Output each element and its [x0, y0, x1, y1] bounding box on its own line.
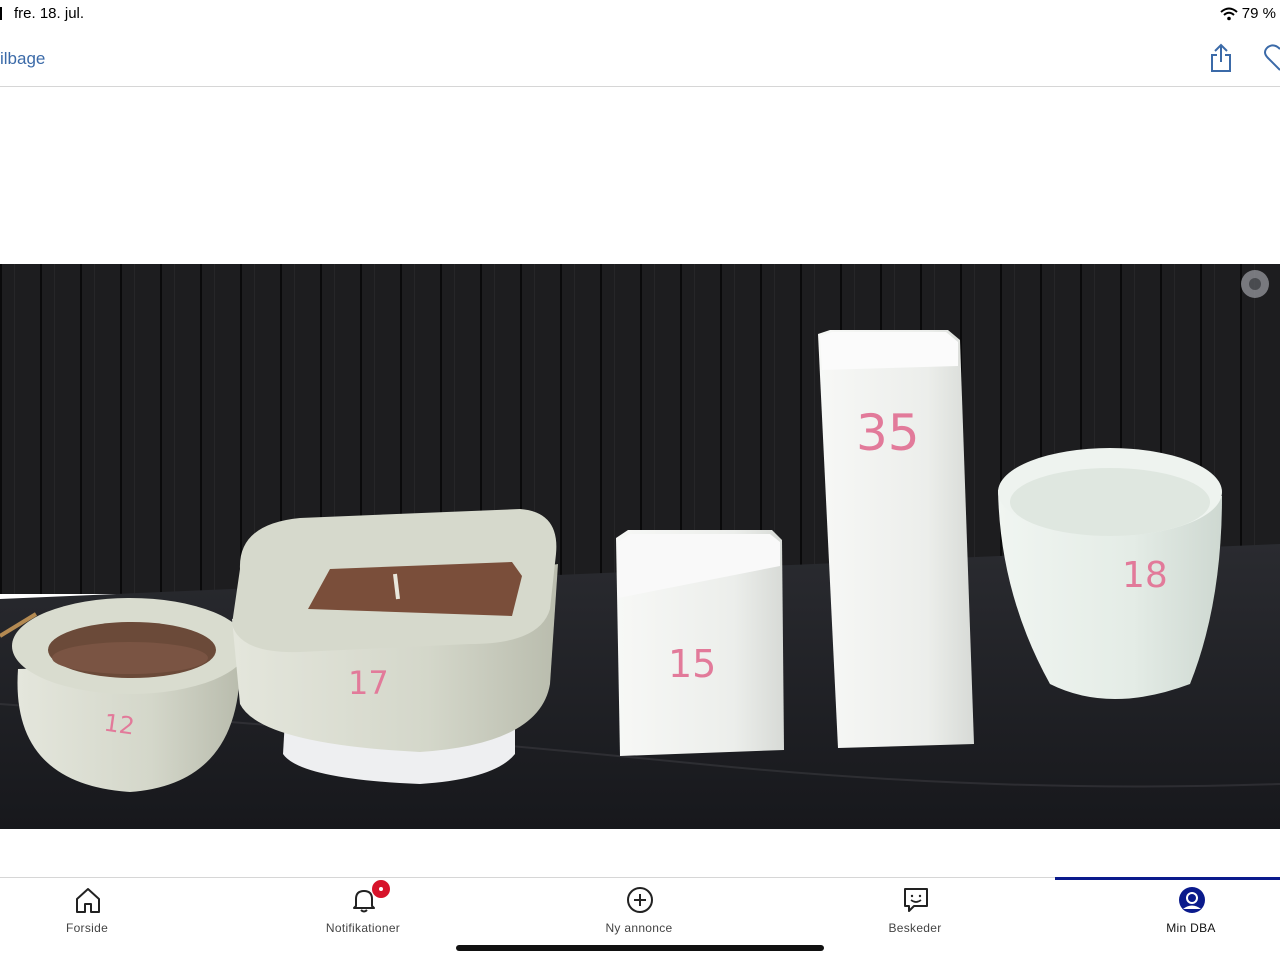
home-indicator[interactable] [456, 945, 824, 951]
tab-label: Ny annonce [605, 921, 673, 935]
tab-label: Beskeder [888, 921, 942, 935]
tab-beskeder[interactable]: Beskeder [805, 878, 1025, 948]
listing-photo-drawing: 12 17 15 35 18 [0, 264, 1280, 829]
nav-bar: ilbage [0, 30, 1280, 87]
status-date: fre. 18. jul. [14, 5, 85, 22]
pot-35 [818, 330, 974, 748]
tab-ny-annonce[interactable]: Ny annonce [529, 878, 749, 948]
status-left: fre. 18. jul. [0, 5, 84, 22]
plus-circle-icon [627, 887, 653, 913]
svg-text:18: 18 [1122, 555, 1168, 596]
tab-label: Forside [65, 921, 109, 935]
listing-photo[interactable]: 12 17 15 35 18 [0, 264, 1280, 829]
tab-min-dba[interactable]: Min DBA [1081, 878, 1280, 948]
favorite-icon[interactable] [1262, 44, 1280, 72]
svg-text:17: 17 [348, 664, 389, 702]
svg-text:15: 15 [668, 642, 716, 686]
svg-text:35: 35 [856, 404, 920, 462]
notification-badge [371, 879, 391, 899]
status-right: 79 % [1220, 5, 1276, 22]
profile-icon [1179, 887, 1205, 913]
status-bar: fre. 18. jul. 79 % [0, 0, 1280, 30]
active-tab-indicator [1055, 877, 1280, 880]
time-fragment [0, 7, 2, 20]
message-icon [904, 888, 928, 912]
tab-label: Min DBA [1166, 921, 1216, 935]
tab-notifikationer[interactable]: Notifikationer [253, 878, 473, 948]
wifi-icon [1220, 7, 1238, 20]
battery-percent: 79 % [1241, 5, 1276, 22]
share-icon[interactable] [1206, 42, 1236, 74]
tab-label: Notifikationer [325, 921, 401, 935]
home-icon [76, 888, 100, 913]
tab-forside[interactable]: Forside [0, 878, 197, 948]
back-button[interactable]: ilbage [0, 49, 45, 69]
svg-text:12: 12 [102, 709, 136, 741]
